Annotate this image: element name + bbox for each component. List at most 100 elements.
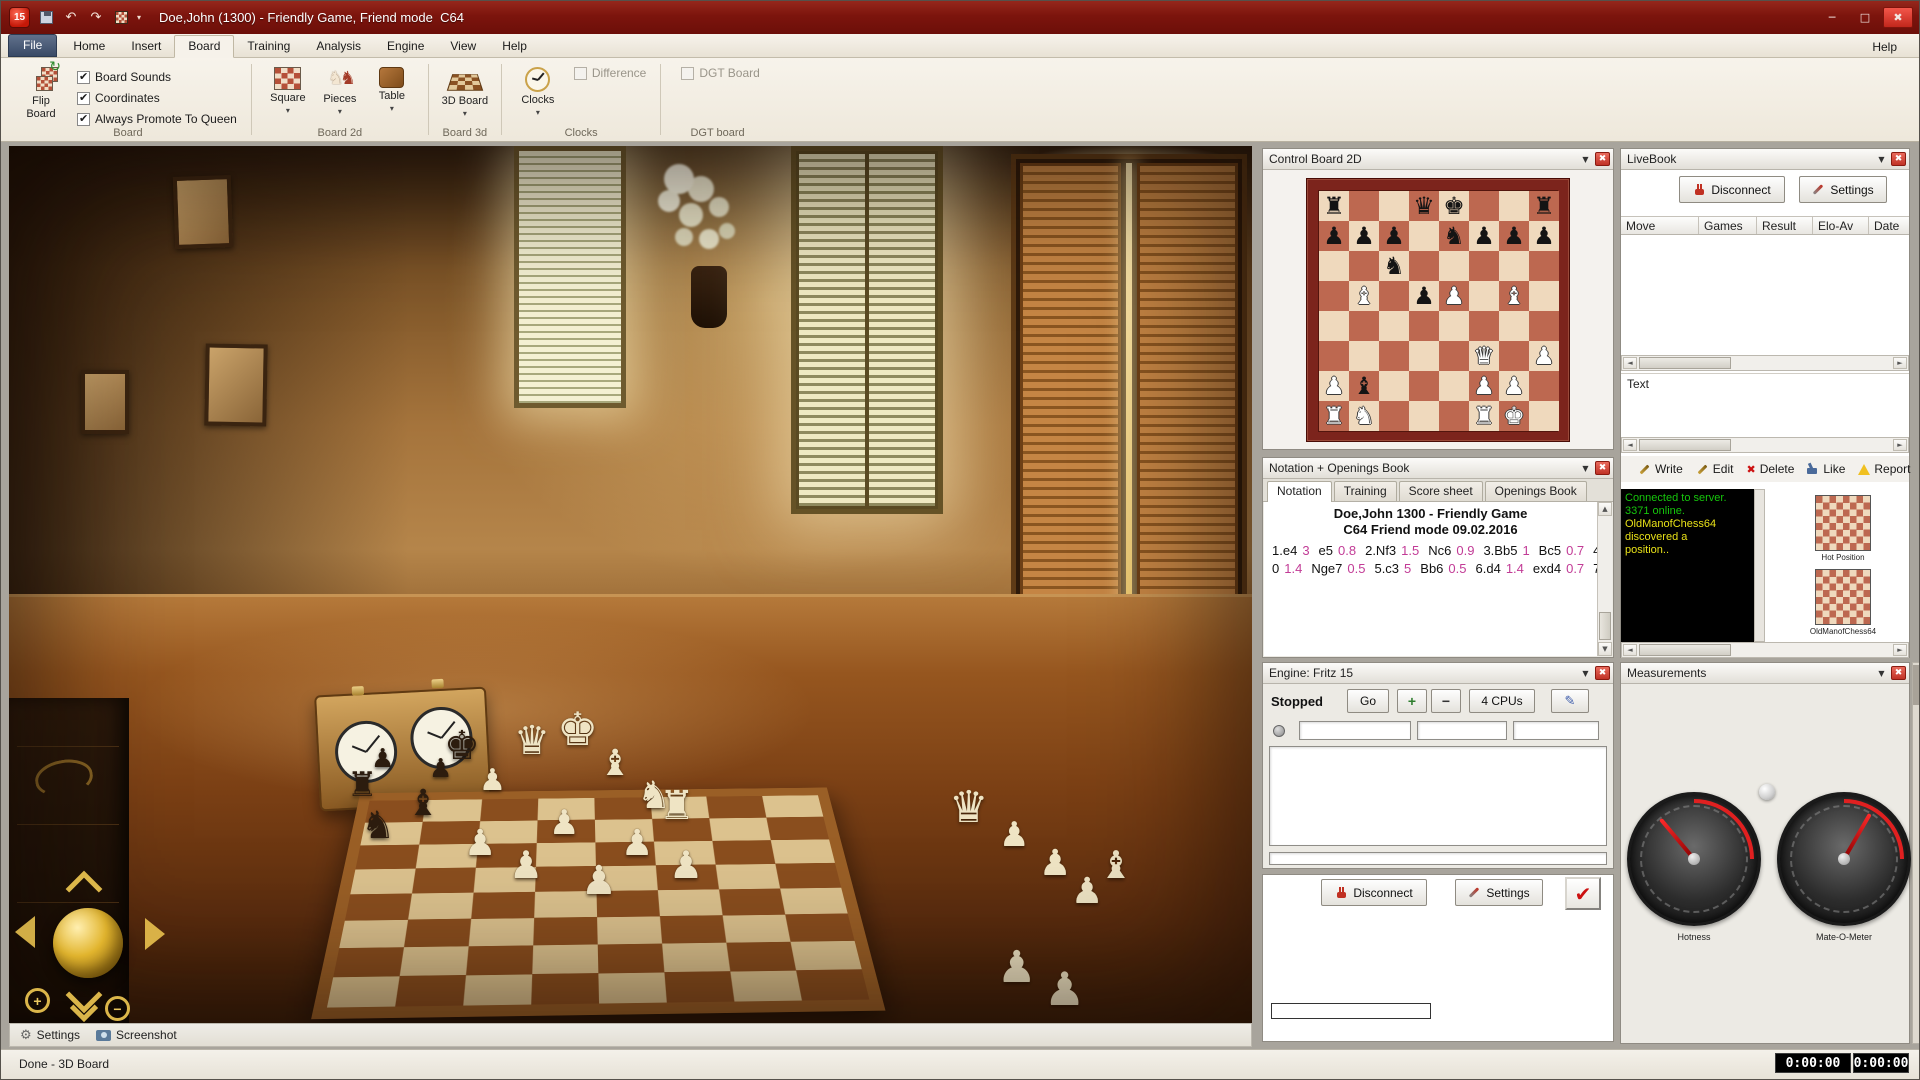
column-games[interactable]: Games <box>1699 217 1757 234</box>
maximize-button[interactable]: □ <box>1850 7 1880 28</box>
tab-openings-book[interactable]: Openings Book <box>1485 481 1587 501</box>
board-square[interactable]: ♟ <box>1469 371 1499 401</box>
pieces-dropdown-button[interactable]: ♞♞ Pieces ▾ <box>314 62 366 119</box>
notation-move[interactable]: 3.Bb5 <box>1483 543 1517 558</box>
chess-piece-2d[interactable]: ♜ <box>1323 404 1345 428</box>
redo-icon[interactable]: ↷ <box>87 9 105 27</box>
board3d-dropdown-button[interactable]: 3D Board ▾ <box>439 62 491 121</box>
board-square[interactable]: ♞ <box>1439 221 1469 251</box>
engine-go-button[interactable]: Go <box>1347 689 1389 713</box>
cpus-button[interactable]: 4 CPUs <box>1469 689 1535 713</box>
notation-move[interactable]: 2.Nf3 <box>1365 543 1396 558</box>
menu-tab-insert[interactable]: Insert <box>118 36 174 57</box>
livebook-disconnect-button[interactable]: Disconnect <box>1679 176 1785 203</box>
panel-menu-icon[interactable]: ▼ <box>1578 152 1593 167</box>
square-dropdown-button[interactable]: Square ▾ <box>262 62 314 118</box>
livebook-hscrollbar2[interactable]: ◄ ► <box>1621 437 1909 453</box>
board-square[interactable] <box>1499 341 1529 371</box>
chess-piece-2d[interactable]: ♟ <box>1533 344 1555 368</box>
chess-piece-2d[interactable]: ♟ <box>1473 374 1495 398</box>
notation-move[interactable]: Bc5 <box>1539 543 1561 558</box>
board-shortcut-icon[interactable] <box>112 9 130 27</box>
board-square[interactable]: ♟ <box>1409 281 1439 311</box>
livebook-hscrollbar[interactable]: ◄ ► <box>1621 355 1909 371</box>
notation-scrollbar[interactable]: ▲ ▼ <box>1597 502 1612 656</box>
board-square[interactable]: ♜ <box>1529 191 1559 221</box>
board-square[interactable] <box>1409 221 1439 251</box>
menu-tab-board[interactable]: Board <box>174 35 234 58</box>
board-square[interactable]: ♟ <box>1529 341 1559 371</box>
chess-piece-2d[interactable]: ♟ <box>1533 224 1555 248</box>
board-square[interactable] <box>1439 341 1469 371</box>
livebook-text-area[interactable]: Text <box>1621 373 1909 437</box>
panel-menu-icon[interactable]: ▼ <box>1874 152 1889 167</box>
chess-piece-2d[interactable]: ♜ <box>1473 404 1495 428</box>
chess-piece-2d[interactable]: ♚ <box>1503 404 1525 428</box>
close-button[interactable]: ✖ <box>1883 7 1913 28</box>
scroll-up-icon[interactable]: ▲ <box>1598 502 1612 516</box>
board-square[interactable]: ♚ <box>1439 191 1469 221</box>
board-square[interactable]: ♝ <box>1349 281 1379 311</box>
save-icon[interactable] <box>37 9 55 27</box>
chess-piece-2d[interactable]: ♟ <box>1353 224 1375 248</box>
chess-piece-2d[interactable]: ♟ <box>1473 224 1495 248</box>
board-square[interactable]: ♟ <box>1529 221 1559 251</box>
chess-piece-2d[interactable]: ♞ <box>1443 224 1465 248</box>
scroll-left-icon[interactable]: ◄ <box>1623 439 1637 451</box>
write-button[interactable]: Write <box>1633 459 1688 479</box>
settings-button[interactable]: Settings <box>1455 879 1543 906</box>
scroll-right-icon[interactable]: ► <box>1893 439 1907 451</box>
livebook-settings-button[interactable]: Settings <box>1799 176 1887 203</box>
board-square[interactable]: ♝ <box>1349 371 1379 401</box>
board-square[interactable] <box>1349 311 1379 341</box>
board-square[interactable]: ♛ <box>1469 341 1499 371</box>
board-square[interactable] <box>1469 281 1499 311</box>
board-square[interactable] <box>1469 251 1499 281</box>
board-square[interactable] <box>1409 371 1439 401</box>
menu-tab-view[interactable]: View <box>437 36 489 57</box>
coordinates-checkbox[interactable]: Coordinates <box>77 91 237 105</box>
board-square[interactable]: ♞ <box>1379 251 1409 281</box>
board-square[interactable] <box>1319 281 1349 311</box>
scroll-thumb[interactable] <box>1639 357 1731 369</box>
board-square[interactable] <box>1499 311 1529 341</box>
panel-close-icon[interactable]: ✖ <box>1595 152 1610 166</box>
menu-tab-home[interactable]: Home <box>60 36 118 57</box>
dgt-board-checkbox[interactable]: DGT Board <box>681 66 759 80</box>
engine-field-1[interactable] <box>1299 721 1411 740</box>
menu-tab-training[interactable]: Training <box>234 36 303 57</box>
board-square[interactable] <box>1439 401 1469 431</box>
engine-edit-button[interactable]: ✎ <box>1551 689 1589 713</box>
screenshot-button[interactable]: Screenshot <box>96 1028 177 1042</box>
column-move[interactable]: Move <box>1621 217 1699 234</box>
panel-close-icon[interactable]: ✖ <box>1891 152 1906 166</box>
chat-hscrollbar[interactable]: ◄ ► <box>1621 642 1909 658</box>
board-square[interactable] <box>1319 251 1349 281</box>
scroll-left-icon[interactable]: ◄ <box>1623 644 1637 656</box>
column-eloav[interactable]: Elo-Av <box>1813 217 1869 234</box>
panel-close-icon[interactable]: ✖ <box>1595 666 1610 680</box>
chess-piece-2d[interactable]: ♟ <box>1413 284 1435 308</box>
panel-menu-icon[interactable]: ▼ <box>1578 666 1593 681</box>
board-square[interactable] <box>1469 191 1499 221</box>
scroll-thumb[interactable] <box>1599 612 1611 640</box>
board-square[interactable]: ♟ <box>1349 221 1379 251</box>
nav-left-button[interactable] <box>15 916 35 948</box>
notation-move[interactable]: exd4 <box>1533 561 1561 576</box>
zoom-in-button[interactable]: + <box>25 988 50 1013</box>
notation-move[interactable]: Nge7 <box>1311 561 1342 576</box>
board-sounds-checkbox[interactable]: Board Sounds <box>77 70 237 84</box>
board-square[interactable] <box>1379 341 1409 371</box>
board-square[interactable] <box>1529 401 1559 431</box>
undo-icon[interactable]: ↶ <box>62 9 80 27</box>
menu-tab-analysis[interactable]: Analysis <box>303 36 374 57</box>
board-square[interactable]: ♝ <box>1499 281 1529 311</box>
board-square[interactable] <box>1349 191 1379 221</box>
help-link[interactable]: Help <box>1852 37 1917 57</box>
board-square[interactable] <box>1469 311 1499 341</box>
notation-move[interactable]: e5 <box>1319 543 1333 558</box>
chess-piece-2d[interactable]: ♞ <box>1383 254 1405 278</box>
board-square[interactable] <box>1409 401 1439 431</box>
board-square[interactable] <box>1319 341 1349 371</box>
position-thumbnail[interactable] <box>1815 495 1871 551</box>
